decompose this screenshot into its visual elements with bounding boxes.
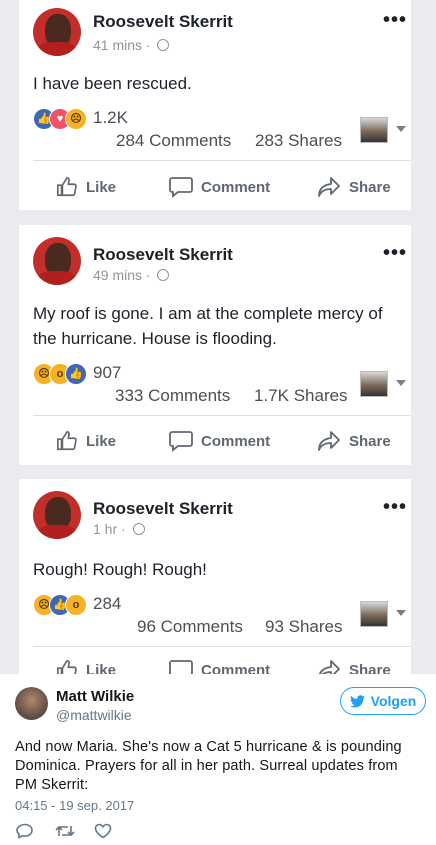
twitter-bird-icon <box>349 694 365 707</box>
chevron-down-icon[interactable] <box>396 380 406 386</box>
comment-button[interactable]: Comment <box>169 176 270 198</box>
like-reaction-icon: 👍 <box>65 363 87 385</box>
reaction-count: 1.2K <box>93 108 128 127</box>
reaction-count: 284 <box>93 594 122 613</box>
post-time[interactable]: 1 hr · <box>93 521 145 537</box>
follow-button[interactable]: Volgen <box>340 687 426 715</box>
thumbs-up-icon <box>57 660 77 674</box>
page-thumbnail[interactable] <box>360 601 388 627</box>
tweet-author-name[interactable]: Matt Wilkie <box>56 688 134 705</box>
reaction-count: 907 <box>93 363 122 382</box>
post-text: Rough! Rough! Rough! <box>33 560 207 579</box>
comment-label: Comment <box>201 178 271 196</box>
post-time[interactable]: 49 mins · <box>93 267 170 283</box>
facebook-post-1: Roosevelt Skerrit 41 mins · ••• I have b… <box>19 0 411 210</box>
tweet: Matt Wilkie @mattwilkie Volgen And now M… <box>0 674 436 845</box>
post-text: I have been rescued. <box>33 74 192 93</box>
retweet-icon[interactable] <box>55 823 75 839</box>
share-button[interactable]: Share <box>317 176 391 198</box>
globe-icon <box>157 39 170 51</box>
divider <box>33 160 411 161</box>
comments-count[interactable]: 96 Comments <box>137 617 243 637</box>
author-avatar[interactable] <box>33 237 81 285</box>
chevron-down-icon[interactable] <box>396 610 406 616</box>
like-label: Like <box>86 178 117 196</box>
author-avatar[interactable] <box>33 8 81 56</box>
share-label: Share <box>349 178 391 196</box>
comment-label: Comment <box>201 432 271 450</box>
comment-button[interactable]: Comment <box>169 430 270 452</box>
comments-count[interactable]: 333 Comments <box>115 386 230 406</box>
like-label: Like <box>86 661 117 675</box>
shares-count[interactable]: 283 Shares <box>255 131 342 151</box>
page-thumbnail[interactable] <box>360 117 388 143</box>
more-options-icon[interactable]: ••• <box>383 496 407 519</box>
page-thumbnail[interactable] <box>360 371 388 397</box>
heart-like-icon[interactable] <box>94 823 112 839</box>
post-time[interactable]: 41 mins · <box>93 37 170 53</box>
more-options-icon[interactable]: ••• <box>383 242 407 265</box>
sad-reaction-icon: ☹ <box>65 108 87 130</box>
comment-bubble-icon <box>169 177 193 198</box>
share-label: Share <box>349 432 391 450</box>
tweet-author-avatar[interactable] <box>15 687 48 720</box>
comment-bubble-icon <box>169 431 193 452</box>
tweet-text: And now Maria. She's now a Cat 5 hurrica… <box>15 739 402 793</box>
comments-count[interactable]: 284 Comments <box>116 131 231 151</box>
share-label: Share <box>349 661 391 675</box>
follow-label: Volgen <box>370 693 417 709</box>
author-avatar[interactable] <box>33 491 81 539</box>
facebook-post-3: Roosevelt Skerrit 1 hr · ••• Rough! Roug… <box>19 479 411 674</box>
author-name[interactable]: Roosevelt Skerrit <box>93 499 233 519</box>
share-arrow-icon <box>318 177 340 197</box>
like-button[interactable]: Like <box>56 176 116 198</box>
wow-reaction-icon: o <box>65 594 87 616</box>
thumbs-up-icon <box>57 431 77 451</box>
reply-icon[interactable] <box>16 823 34 839</box>
shares-count[interactable]: 93 Shares <box>265 617 343 637</box>
chevron-down-icon[interactable] <box>396 126 406 132</box>
globe-icon <box>132 523 145 535</box>
author-name[interactable]: Roosevelt Skerrit <box>93 245 233 265</box>
comment-bubble-icon <box>169 660 193 674</box>
divider <box>33 415 411 416</box>
tweet-author-handle[interactable]: @mattwilkie <box>56 707 132 723</box>
share-arrow-icon <box>318 431 340 451</box>
shares-count[interactable]: 1.7K Shares <box>254 386 348 406</box>
globe-icon <box>157 269 170 281</box>
author-name[interactable]: Roosevelt Skerrit <box>93 12 233 32</box>
facebook-screenshot: Roosevelt Skerrit 41 mins · ••• I have b… <box>0 0 436 674</box>
comment-label: Comment <box>201 661 271 675</box>
share-button[interactable]: Share <box>317 430 391 452</box>
divider <box>33 646 411 647</box>
like-label: Like <box>86 432 117 450</box>
facebook-post-2: Roosevelt Skerrit 49 mins · ••• My roof … <box>19 225 411 465</box>
post-text: My roof is gone. I am at the complete me… <box>33 304 383 348</box>
like-button[interactable]: Like <box>56 659 116 674</box>
tweet-timestamp[interactable]: 04:15 - 19 sep. 2017 <box>15 798 134 813</box>
more-options-icon[interactable]: ••• <box>383 9 407 32</box>
comment-button[interactable]: Comment <box>169 659 270 674</box>
share-button[interactable]: Share <box>317 659 391 674</box>
like-button[interactable]: Like <box>56 430 116 452</box>
thumbs-up-icon <box>57 177 77 197</box>
share-arrow-icon <box>318 660 340 674</box>
